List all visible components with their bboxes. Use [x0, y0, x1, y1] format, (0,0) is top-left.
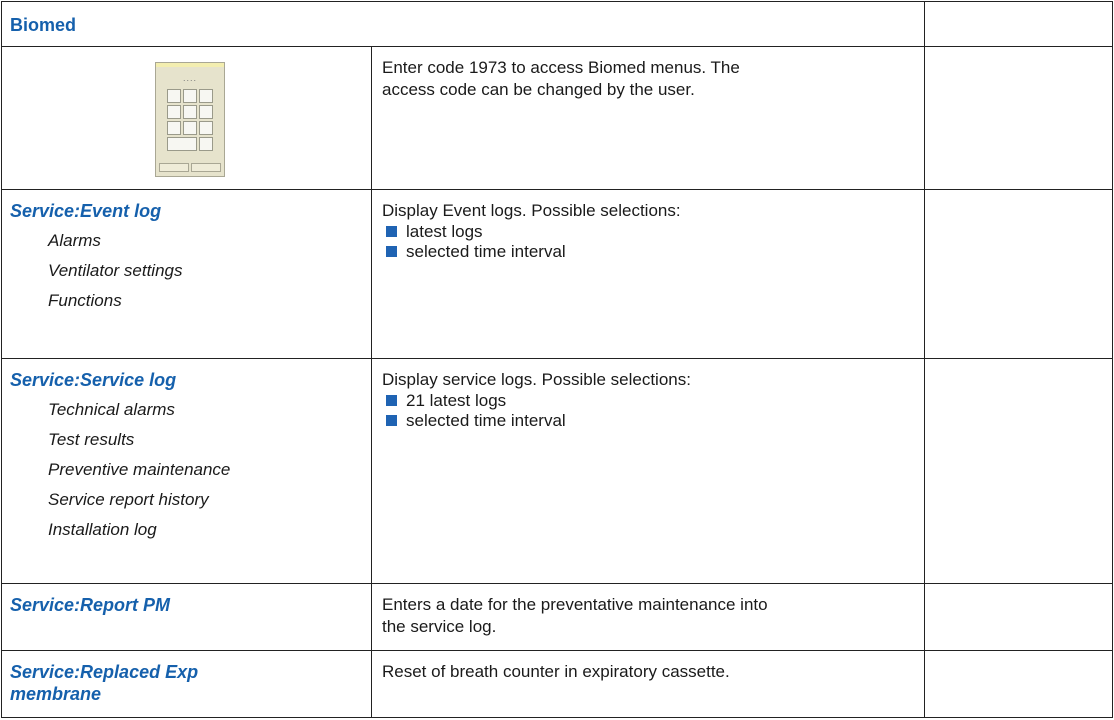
table-row-replaced-exp-membrane: Service:Replaced Exp membrane Reset of b…	[1, 650, 1114, 718]
description-line: the service log.	[382, 617, 497, 636]
bullet-list: latest logs selected time interval	[382, 222, 916, 262]
function-title-line: Service:Replaced Exp	[10, 662, 199, 682]
sub-item: Ventilator settings	[48, 261, 183, 280]
keypad-button	[159, 163, 189, 172]
sub-item: Service report history	[48, 490, 209, 509]
header-row: Biomed	[0, 1, 1114, 47]
description-line: Display service logs. Possible selection…	[382, 370, 691, 389]
header-cell: Biomed	[0, 1, 926, 47]
function-cell: Service:Replaced Exp membrane	[1, 650, 372, 718]
key	[183, 105, 197, 119]
keypad-description-cell: Enter code 1973 to access Biomed menus. …	[370, 46, 926, 190]
description-cell: Enters a date for the preventative maint…	[370, 583, 926, 651]
description-cell: Display service logs. Possible selection…	[370, 358, 926, 584]
description-line: Display Event logs. Possible selections:	[382, 201, 681, 220]
biomed-table: Biomed .... Enter code 1973 to access Bi…	[0, 1, 1114, 718]
function-cell: Service:Service log Technical alarms Tes…	[1, 358, 372, 584]
key	[167, 105, 181, 119]
list-item-text: latest logs	[406, 222, 483, 241]
empty-cell	[924, 358, 1114, 584]
sub-item: Preventive maintenance	[48, 460, 231, 479]
header-empty-cell	[924, 1, 1114, 47]
table-row-report-pm: Service:Report PM Enters a date for the …	[1, 583, 1114, 651]
list-item-text: selected time interval	[406, 242, 566, 261]
bullet-icon	[386, 415, 397, 426]
description-line: Enters a date for the preventative maint…	[382, 595, 768, 614]
list-item: 21 latest logs	[382, 391, 916, 411]
sub-item: Test results	[48, 430, 135, 449]
empty-cell	[924, 189, 1114, 359]
key	[199, 137, 213, 151]
sub-item: Alarms	[48, 231, 101, 250]
list-item: latest logs	[382, 222, 916, 242]
description-cell: Reset of breath counter in expiratory ca…	[370, 650, 926, 718]
bullet-icon	[386, 226, 397, 237]
sub-item: Technical alarms	[48, 400, 175, 419]
sub-item: Installation log	[48, 520, 157, 539]
list-item: selected time interval	[382, 411, 916, 431]
list-item: selected time interval	[382, 242, 916, 262]
key	[167, 121, 181, 135]
description-line: access code can be changed by the user.	[382, 80, 695, 99]
key	[199, 89, 213, 103]
description-cell: Display Event logs. Possible selections:…	[370, 189, 926, 359]
function-title-line: membrane	[10, 684, 102, 704]
bullet-icon	[386, 246, 397, 257]
sub-item: Functions	[48, 291, 122, 310]
bullet-list: 21 latest logs selected time interval	[382, 391, 916, 431]
keypad-display: ....	[182, 73, 197, 83]
function-cell: Service:Event log Alarms Ventilator sett…	[1, 189, 372, 359]
key	[183, 121, 197, 135]
section-title: Biomed	[10, 15, 77, 35]
keypad-icon: ....	[155, 62, 225, 177]
list-item-text: 21 latest logs	[406, 391, 507, 410]
function-title: Service:Report PM	[10, 595, 171, 615]
empty-cell	[924, 583, 1114, 651]
function-title: Service:Replaced Exp membrane	[2, 651, 371, 705]
list-item-text: selected time interval	[406, 411, 566, 430]
table-row-keypad: .... Enter code 1973 to access Biomed me…	[1, 46, 1114, 190]
empty-cell	[924, 650, 1114, 718]
keypad-cell: ....	[1, 46, 372, 190]
key	[167, 137, 197, 151]
table-row-event-log: Service:Event log Alarms Ventilator sett…	[1, 189, 1114, 359]
empty-cell	[924, 46, 1114, 190]
description-line: Reset of breath counter in expiratory ca…	[382, 662, 730, 681]
keypad-button	[191, 163, 221, 172]
key	[167, 89, 181, 103]
key	[199, 121, 213, 135]
description-line: Enter code 1973 to access Biomed menus. …	[382, 58, 740, 77]
function-cell: Service:Report PM	[1, 583, 372, 651]
function-title: Service:Event log	[10, 201, 162, 221]
function-title: Service:Service log	[10, 370, 177, 390]
table-row-service-log: Service:Service log Technical alarms Tes…	[1, 358, 1114, 584]
bullet-icon	[386, 395, 397, 406]
key	[199, 105, 213, 119]
key	[183, 89, 197, 103]
